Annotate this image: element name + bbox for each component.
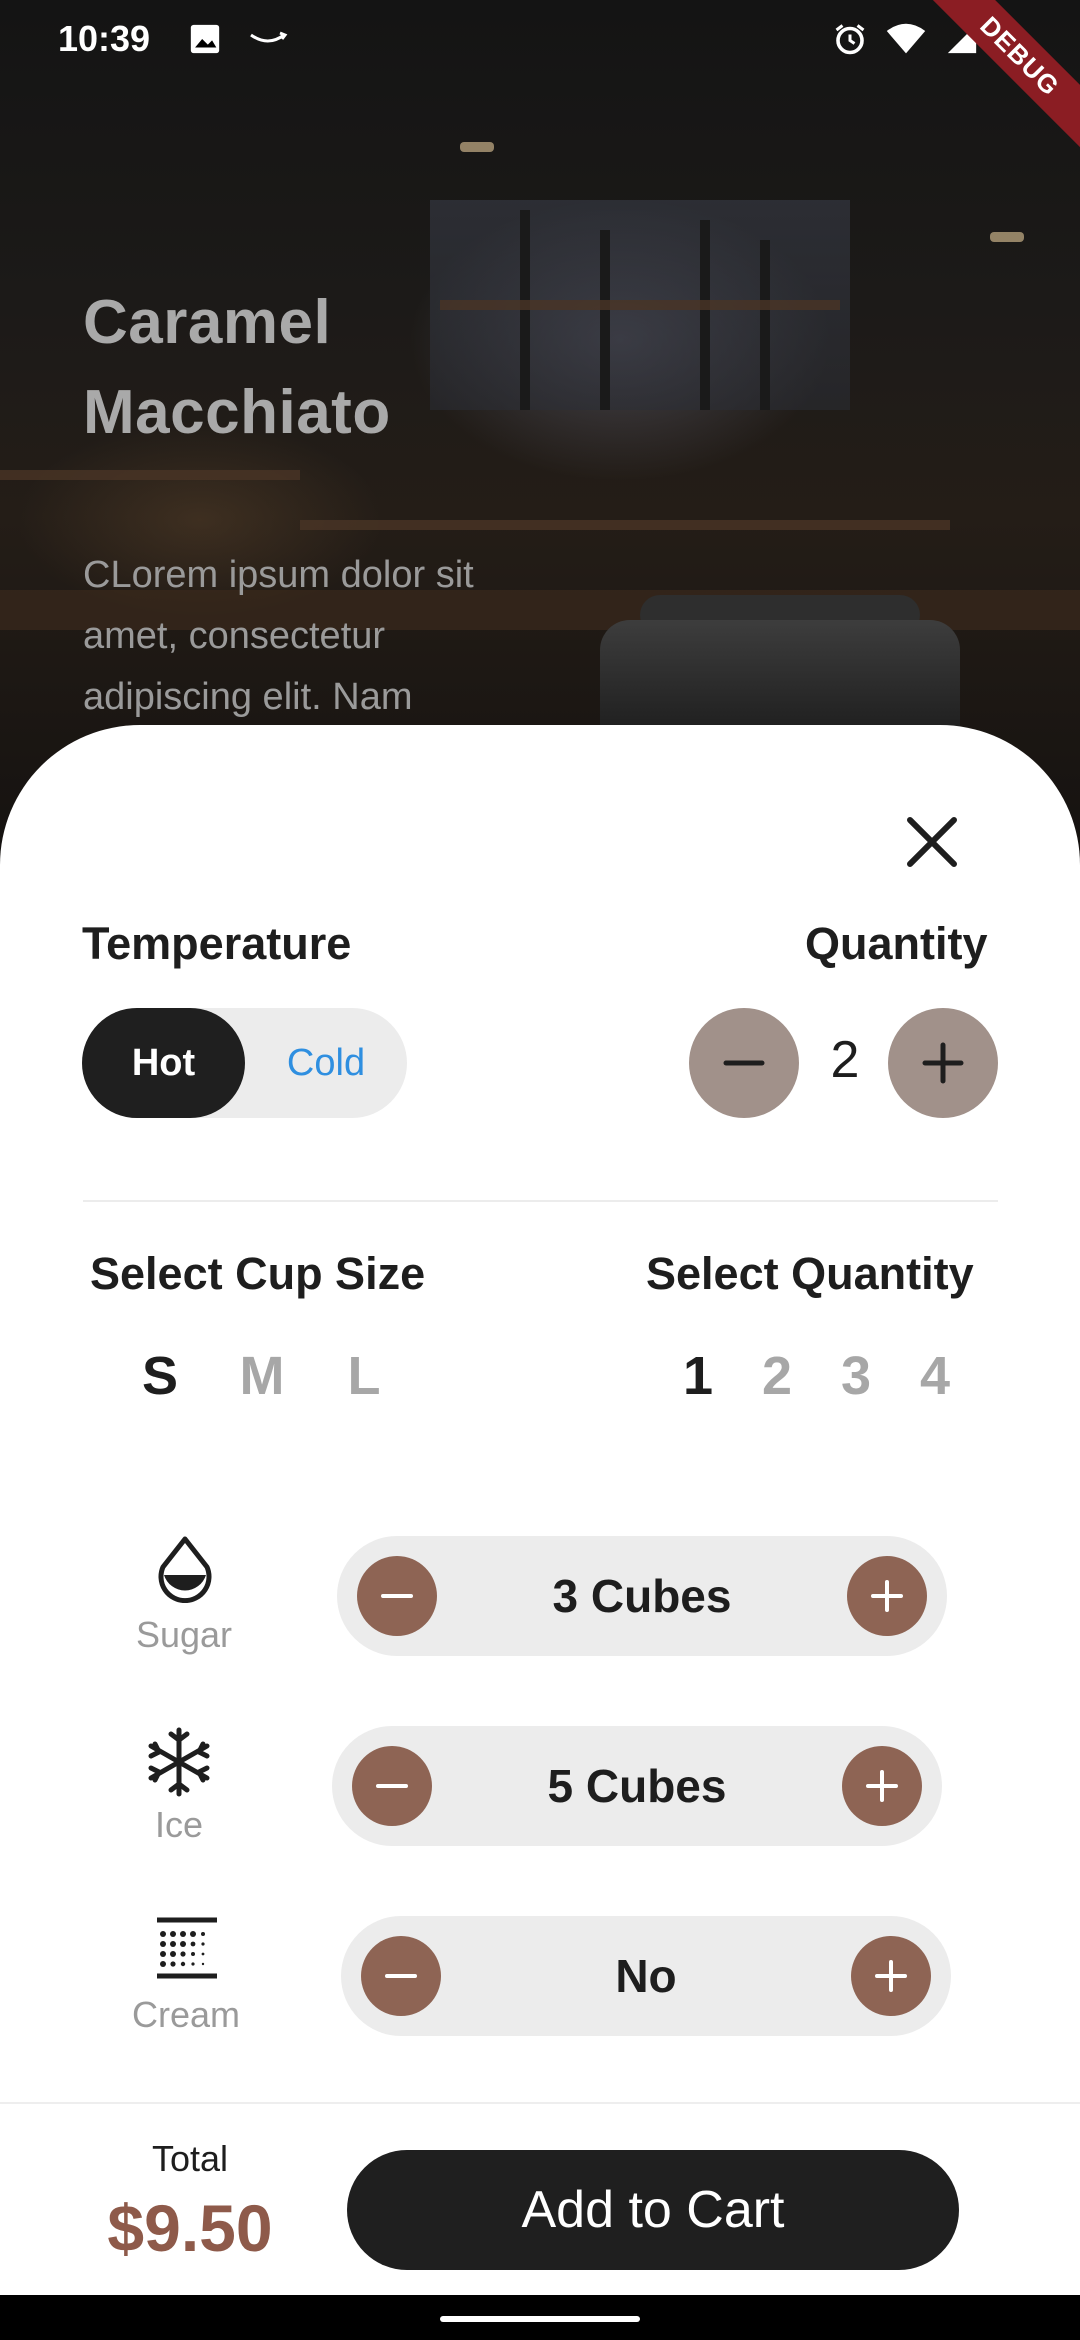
lamp-decor (460, 142, 494, 152)
quantity-increment-button[interactable] (888, 1008, 998, 1118)
cream-value: No (615, 1950, 677, 2002)
home-indicator[interactable] (440, 2316, 640, 2322)
select-quantity-label: Select Quantity (646, 1248, 974, 1299)
add-to-cart-button[interactable]: Add to Cart (347, 2150, 959, 2270)
snowflake-icon (148, 1727, 210, 1797)
cream-decrement-button[interactable] (361, 1936, 441, 2016)
sugar-stepper: 3 Cubes (337, 1536, 947, 1656)
sugar-increment-button[interactable] (847, 1556, 927, 1636)
total-label: Total (151, 2138, 229, 2179)
footer-divider (0, 2102, 1080, 2104)
description-line-2: amet, consectetur (83, 615, 386, 657)
sugar-value: 3 Cubes (552, 1570, 732, 1622)
description-line-3: adipiscing elit. Nam (83, 676, 413, 718)
lamp-decor (990, 232, 1024, 242)
temperature-hot-option[interactable]: Hot (82, 1008, 245, 1118)
sugar-decrement-button[interactable] (357, 1556, 437, 1636)
section-divider (83, 1200, 998, 1202)
close-button[interactable] (900, 810, 964, 874)
minus-icon (376, 1784, 408, 1788)
sugar-label: Sugar (135, 1614, 233, 1655)
cream-label: Cream (131, 1994, 241, 2035)
cream-stepper: No (341, 1916, 951, 2036)
status-icons-left (188, 22, 288, 56)
product-title-line-2: Macchiato (83, 378, 391, 447)
product-description: CLorem ipsum dolor sit amet, consectetur… (83, 545, 603, 728)
cream-icon (157, 1917, 217, 1979)
alarm-icon (835, 24, 865, 55)
cup-decor (600, 620, 960, 740)
shelf-decor (300, 520, 950, 530)
shelf-post (600, 230, 610, 410)
status-time: 10:39 (58, 18, 151, 59)
cup-size-s[interactable]: S (130, 1345, 190, 1407)
plus-icon (871, 1580, 903, 1612)
status-bar: 10:39 DEBUG (0, 0, 1080, 164)
close-icon (907, 817, 957, 867)
plus-icon (875, 1960, 907, 1992)
quantity-value: 2 (830, 1031, 860, 1089)
temperature-toggle: Hot Cold (82, 1008, 407, 1118)
plus-icon (866, 1770, 898, 1802)
ice-label: Ice (154, 1804, 204, 1845)
plus-icon (922, 1042, 964, 1084)
amazon-smile-icon (250, 31, 288, 43)
image-icon (190, 24, 220, 54)
temperature-cold-option[interactable]: Cold (245, 1008, 407, 1118)
cream-increment-button[interactable] (851, 1936, 931, 2016)
cup-size-l[interactable]: L (334, 1345, 394, 1407)
shelf-post (760, 240, 770, 410)
cup-size-label: Select Cup Size (90, 1248, 426, 1299)
temperature-label: Temperature (82, 918, 352, 969)
cup-size-m[interactable]: M (232, 1345, 292, 1407)
minus-icon (723, 1060, 765, 1066)
shelf-post (700, 220, 710, 410)
ice-decrement-button[interactable] (352, 1746, 432, 1826)
description-line-1: CLorem ipsum dolor sit (83, 554, 474, 596)
select-quantity-2[interactable]: 2 (752, 1345, 802, 1407)
wifi-icon (886, 23, 926, 54)
ice-stepper: 5 Cubes (332, 1726, 942, 1846)
ice-value: 5 Cubes (547, 1760, 727, 1812)
select-quantity-1[interactable]: 1 (673, 1345, 723, 1407)
drop-icon (158, 1536, 212, 1603)
minus-icon (385, 1974, 417, 1978)
product-title-line-1: Caramel (83, 288, 332, 357)
quantity-decrement-button[interactable] (689, 1008, 799, 1118)
quantity-label: Quantity (805, 918, 988, 969)
product-title: Caramel Macchiato (83, 278, 583, 458)
minus-icon (381, 1594, 413, 1598)
ice-increment-button[interactable] (842, 1746, 922, 1826)
total-price: $9.50 (107, 2191, 273, 2265)
select-quantity-4[interactable]: 4 (910, 1345, 960, 1407)
select-quantity-3[interactable]: 3 (831, 1345, 881, 1407)
shelf-decor (0, 470, 300, 480)
